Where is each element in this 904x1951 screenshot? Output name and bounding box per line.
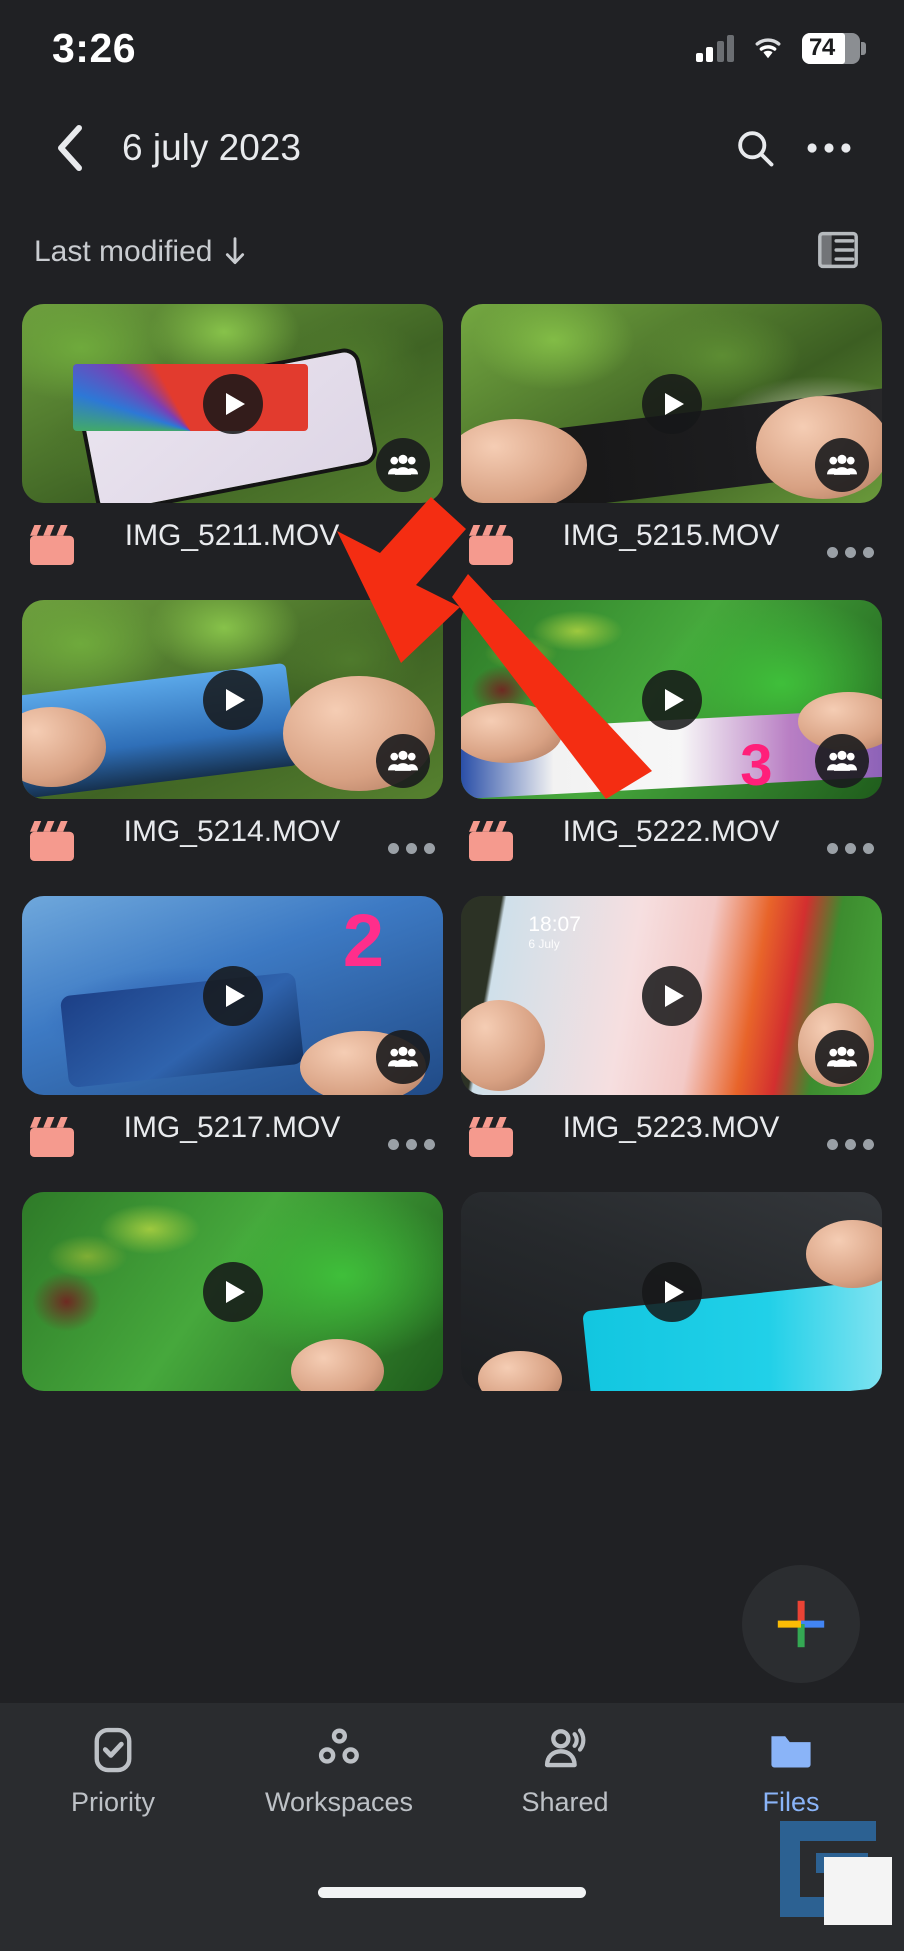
file-overflow-button[interactable] — [388, 517, 435, 558]
shared-people-icon — [376, 734, 430, 788]
wifi-icon — [751, 32, 785, 64]
file-overflow-button[interactable] — [827, 517, 874, 558]
status-bar-icons: 74 — [695, 32, 866, 64]
app-bar: 6 july 2023 — [0, 96, 904, 200]
status-bar-clock: 3:26 — [52, 24, 137, 71]
google-plus-add-icon — [777, 1600, 825, 1648]
search-button[interactable] — [718, 111, 792, 185]
file-thumbnail[interactable] — [22, 600, 443, 799]
file-card[interactable]: IMG_5215.MOV — [461, 304, 882, 600]
play-icon — [641, 669, 702, 730]
back-chevron-icon — [58, 125, 82, 171]
nav-item-shared[interactable]: Shared — [452, 1725, 678, 1818]
back-button[interactable] — [34, 111, 108, 185]
file-thumbnail[interactable] — [461, 304, 882, 503]
file-thumbnail[interactable] — [22, 1192, 443, 1391]
arrow-down-icon — [226, 237, 245, 265]
nav-item-priority[interactable]: Priority — [0, 1725, 226, 1818]
file-meta: IMG_5217.MOV — [22, 1095, 443, 1164]
file-overflow-button[interactable] — [388, 1109, 435, 1150]
shared-people-icon — [815, 1030, 869, 1084]
file-meta: IMG_5215.MOV — [461, 503, 882, 572]
status-bar: 3:26 74 — [0, 0, 904, 96]
file-name: IMG_5217.MOV — [123, 1111, 341, 1144]
file-meta: IMG_5211.MOV — [22, 503, 443, 572]
thumbnail-lock-time: 18:07 6 July — [528, 912, 581, 952]
app-screen: 3:26 74 6 july 2023 Last modified IMG_52… — [0, 0, 904, 1951]
add-file-fab[interactable] — [742, 1565, 860, 1683]
file-card[interactable]: IMG_5214.MOV — [22, 600, 443, 896]
file-meta: IMG_5222.MOV — [461, 799, 882, 868]
file-thumbnail[interactable]: 18:07 6 July — [461, 896, 882, 1095]
workspaces-dots-icon — [318, 1728, 359, 1764]
file-card[interactable]: 2 IMG_5217.MOV — [22, 896, 443, 1192]
file-meta: IMG_5223.MOV — [461, 1095, 882, 1164]
file-grid-scroll[interactable]: IMG_5211.MOV IMG_5215.MOV IMG_5214.MOV 3… — [0, 304, 904, 1703]
file-overflow-button[interactable] — [827, 813, 874, 854]
file-card[interactable] — [22, 1192, 443, 1419]
view-toggle-button[interactable] — [818, 231, 858, 274]
sort-row: Last modified — [0, 200, 904, 304]
shared-people-icon — [815, 734, 869, 788]
battery-icon: 74 — [802, 32, 866, 64]
file-card[interactable]: 18:07 6 July IMG_5223.MOV — [461, 896, 882, 1192]
play-icon — [202, 1261, 263, 1322]
file-meta: IMG_5214.MOV — [22, 799, 443, 868]
nav-item-workspaces[interactable]: Workspaces — [226, 1725, 452, 1818]
file-card[interactable]: 3 IMG_5222.MOV — [461, 600, 882, 896]
folder-icon — [771, 1736, 811, 1768]
priority-check-icon — [94, 1727, 132, 1773]
file-name: IMG_5222.MOV — [562, 815, 780, 848]
file-name: IMG_5214.MOV — [123, 815, 341, 848]
more-options-icon — [807, 143, 851, 153]
file-name: IMG_5211.MOV — [124, 519, 340, 552]
thumbnail-overlay-number: 2 — [342, 898, 385, 982]
file-card[interactable]: IMG_5211.MOV — [22, 304, 443, 600]
file-name: IMG_5223.MOV — [562, 1111, 780, 1144]
shared-people-icon — [815, 438, 869, 492]
movie-clapperboard-icon — [467, 1109, 515, 1164]
play-icon — [202, 965, 263, 1026]
page-title: 6 july 2023 — [122, 127, 301, 168]
list-view-icon — [818, 231, 858, 268]
play-icon — [202, 373, 263, 434]
home-indicator-bar[interactable] — [318, 1887, 586, 1898]
gadgets-to-use-watermark-logo — [764, 1805, 892, 1933]
play-icon — [641, 1261, 702, 1322]
nav-label: Priority — [70, 1787, 155, 1817]
play-icon — [202, 669, 263, 730]
file-thumbnail[interactable]: 3 — [461, 600, 882, 799]
app-bar-overflow-button[interactable] — [792, 111, 866, 185]
movie-clapperboard-icon — [467, 517, 515, 572]
shared-people-icon — [376, 1030, 430, 1084]
file-overflow-button[interactable] — [388, 813, 435, 854]
sort-label: Last modified — [34, 235, 213, 268]
file-overflow-button[interactable] — [827, 1109, 874, 1150]
play-icon — [641, 965, 702, 1026]
file-thumbnail[interactable] — [22, 304, 443, 503]
play-icon — [641, 373, 702, 434]
file-thumbnail[interactable]: 2 — [22, 896, 443, 1095]
file-name: IMG_5215.MOV — [562, 519, 780, 552]
shared-people-icon — [544, 1728, 586, 1768]
movie-clapperboard-icon — [28, 813, 76, 868]
shared-people-icon — [376, 438, 430, 492]
movie-clapperboard-icon — [28, 1109, 76, 1164]
cellular-signal-icon — [695, 34, 734, 62]
file-card[interactable] — [461, 1192, 882, 1419]
sort-button[interactable]: Last modified — [34, 235, 248, 269]
battery-percent: 74 — [809, 34, 835, 61]
nav-label: Shared — [521, 1787, 609, 1817]
file-grid: IMG_5211.MOV IMG_5215.MOV IMG_5214.MOV 3… — [0, 304, 904, 1419]
file-thumbnail[interactable] — [461, 1192, 882, 1391]
nav-label: Workspaces — [264, 1787, 414, 1817]
search-icon — [738, 131, 774, 167]
movie-clapperboard-icon — [28, 517, 76, 572]
movie-clapperboard-icon — [467, 813, 515, 868]
